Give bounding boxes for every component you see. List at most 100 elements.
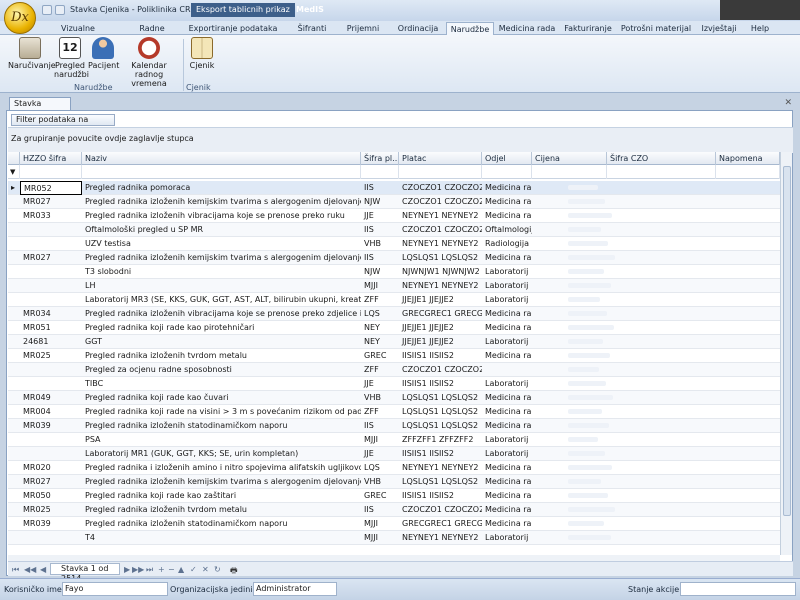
filter-cell[interactable] <box>20 165 82 179</box>
cell-sifra-platca[interactable]: IIS <box>361 251 399 265</box>
cell-cijena[interactable] <box>568 521 604 526</box>
cell-hzzo-sifra[interactable]: MR025 <box>20 503 82 517</box>
cell-platac[interactable]: IISIIS1 IISIIS2 <box>399 489 482 503</box>
add-record-icon[interactable]: + <box>158 565 165 574</box>
tab-medicina-rada[interactable]: Medicina rada <box>498 22 556 35</box>
cell-cijena[interactable] <box>568 535 611 540</box>
cell-naziv[interactable]: Pregled radnika i izloženih amino i nitr… <box>82 461 361 475</box>
cell-cijena[interactable] <box>568 325 614 330</box>
cell-odjel[interactable]: Laboratorij <box>482 335 532 349</box>
cell-sifra-platca[interactable]: ZFF <box>361 293 399 307</box>
cell-platac[interactable]: LQSLQS1 LQSLQS2 <box>399 475 482 489</box>
table-row[interactable]: TIBC JJE IISIIS1 IISIIS2 Laboratorij <box>8 377 780 391</box>
cell-naziv[interactable]: PSA <box>82 433 361 447</box>
edit-record-icon[interactable]: ▲ <box>178 565 184 574</box>
cell-hzzo-sifra[interactable] <box>20 293 82 307</box>
narucivanje-button[interactable]: Naručivanje <box>8 37 56 70</box>
cell-odjel[interactable]: Laboratorij <box>482 447 532 461</box>
cell-platac[interactable]: LQSLQS1 LQSLQS2 <box>399 391 482 405</box>
cell-hzzo-sifra[interactable]: MR050 <box>20 489 82 503</box>
table-row[interactable]: MR020 Pregled radnika i izloženih amino i… <box>8 461 780 475</box>
column-header-cijena[interactable]: Cijena <box>532 152 607 165</box>
cell-odjel[interactable]: Medicina rada <box>482 251 532 265</box>
cell-odjel[interactable]: Laboratorij <box>482 279 532 293</box>
cell-cijena[interactable] <box>568 409 602 414</box>
cell-cijena[interactable] <box>568 185 598 190</box>
cell-naziv[interactable]: Pregled radnika izloženih kemijskim tvar… <box>82 251 361 265</box>
table-row[interactable]: 24681 GGT NEY JJEJJE1 JJEJJE2 Laboratorij <box>8 335 780 349</box>
cell-sifra-platca[interactable]: VHB <box>361 391 399 405</box>
cell-odjel[interactable]: Medicina rada <box>482 209 532 223</box>
cell-odjel[interactable]: Medicina rada <box>482 349 532 363</box>
column-header-platac[interactable]: Platac <box>399 152 482 165</box>
cell-hzzo-sifra[interactable]: MR052 <box>20 181 82 195</box>
table-row[interactable]: Oftalmološki pregled u SP MR IIS CZOCZO1 C… <box>8 223 780 237</box>
cell-cijena[interactable] <box>568 213 612 218</box>
cell-odjel[interactable] <box>482 363 532 377</box>
scrollbar-thumb[interactable] <box>783 166 791 516</box>
cell-naziv[interactable]: Laboratorij MR3 (SE, KKS, GUK, GGT, AST,… <box>82 293 361 307</box>
cell-sifra-platca[interactable]: IIS <box>361 223 399 237</box>
cell-sifra-platca[interactable]: NEY <box>361 321 399 335</box>
cell-hzzo-sifra[interactable]: MR039 <box>20 517 82 531</box>
cancel-edit-icon[interactable]: ✕ <box>202 565 209 574</box>
table-row[interactable]: UZV testisa VHB NEYNEY1 NEYNEY2 Radiologija <box>8 237 780 251</box>
cjenik-button[interactable]: Cjenik <box>188 37 216 70</box>
cell-odjel[interactable]: Medicina rada <box>482 307 532 321</box>
cell-cijena[interactable] <box>568 283 611 288</box>
tab-izvjestaji[interactable]: Izvještaji <box>698 22 740 35</box>
cell-platac[interactable]: IISIIS1 IISIIS2 <box>399 447 482 461</box>
cell-hzzo-sifra[interactable] <box>20 265 82 279</box>
table-row[interactable]: MR033 Pregled radnika izloženih vibracija… <box>8 209 780 223</box>
cell-platac[interactable]: IISIIS1 IISIIS2 <box>399 377 482 391</box>
cell-naziv[interactable]: Pregled radnika izloženih kemijskim tvar… <box>82 195 361 209</box>
table-row[interactable]: MR039 Pregled radnika izloženih statodina… <box>8 517 780 531</box>
cell-sifra-platca[interactable]: NJW <box>361 265 399 279</box>
cell-odjel[interactable]: Medicina rada <box>482 181 532 195</box>
cell-sifra-platca[interactable]: JJE <box>361 447 399 461</box>
cell-sifra-platca[interactable]: MJJI <box>361 433 399 447</box>
cell-sifra-platca[interactable]: LQS <box>361 461 399 475</box>
cell-naziv[interactable]: T3 slobodni <box>82 265 361 279</box>
cell-platac[interactable]: IISIIS1 IISIIS2 <box>399 349 482 363</box>
cell-naziv[interactable]: Pregled za ocjenu radne sposobnosti <box>82 363 361 377</box>
prev-record-icon[interactable]: ◀ <box>40 565 46 574</box>
window-controls[interactable] <box>720 0 800 20</box>
cell-sifra-platca[interactable]: MJJI <box>361 531 399 545</box>
cell-odjel[interactable]: Medicina rada <box>482 321 532 335</box>
cell-odjel[interactable]: Laboratorij <box>482 433 532 447</box>
cell-hzzo-sifra[interactable] <box>20 377 82 391</box>
group-by-panel[interactable]: Za grupiranje povucite ovdje zaglavlje s… <box>8 127 793 153</box>
cell-naziv[interactable]: Pregled radnika pomoraca <box>82 181 361 195</box>
cell-hzzo-sifra[interactable]: MR034 <box>20 307 82 321</box>
prev-page-icon[interactable]: ◀◀ <box>24 565 36 574</box>
cell-sifra-platca[interactable]: MJJI <box>361 517 399 531</box>
cell-platac[interactable]: JJEJJE1 JJEJJE2 <box>399 321 482 335</box>
table-row[interactable]: MR051 Pregled radnika koji rade kao pirot… <box>8 321 780 335</box>
cell-naziv[interactable]: GGT <box>82 335 361 349</box>
cell-hzzo-sifra[interactable]: MR004 <box>20 405 82 419</box>
pregled-narudzbi-button[interactable]: 12 Pregled narudžbi <box>54 37 89 79</box>
tab-sifranti[interactable]: Šifranti <box>292 22 332 35</box>
close-icon[interactable]: ✕ <box>784 98 792 108</box>
filter-cell[interactable] <box>361 165 399 179</box>
cell-naziv[interactable]: Pregled radnika koji rade kao zaštitari <box>82 489 361 503</box>
tab-exportiranje-podataka[interactable]: Exportiranje podataka <box>188 22 278 35</box>
cell-sifra-platca[interactable]: IIS <box>361 181 399 195</box>
cell-platac[interactable]: NJWNJW1 NJWNJW2 <box>399 265 482 279</box>
cell-hzzo-sifra[interactable]: MR027 <box>20 251 82 265</box>
table-row[interactable]: T3 slobodni NJW NJWNJW1 NJWNJW2 Laboratorij <box>8 265 780 279</box>
cell-sifra-platca[interactable]: GREC <box>361 489 399 503</box>
cell-naziv[interactable]: TIBC <box>82 377 361 391</box>
cell-sifra-platca[interactable]: LQS <box>361 307 399 321</box>
cell-hzzo-sifra[interactable]: MR027 <box>20 475 82 489</box>
cell-naziv[interactable]: Pregled radnika izloženih vibracijama ko… <box>82 307 361 321</box>
cell-odjel[interactable]: Medicina rada <box>482 517 532 531</box>
cell-naziv[interactable]: Pregled radnika izloženih tvrdom metalu <box>82 503 361 517</box>
cell-cijena[interactable] <box>568 381 606 386</box>
cell-cijena[interactable] <box>568 241 608 246</box>
table-row[interactable]: MR027 Pregled radnika izloženih kemijskim… <box>8 251 780 265</box>
cell-hzzo-sifra[interactable]: MR039 <box>20 419 82 433</box>
cell-odjel[interactable]: Medicina rada <box>482 461 532 475</box>
table-row[interactable]: MR050 Pregled radnika koji rade kao zašti… <box>8 489 780 503</box>
